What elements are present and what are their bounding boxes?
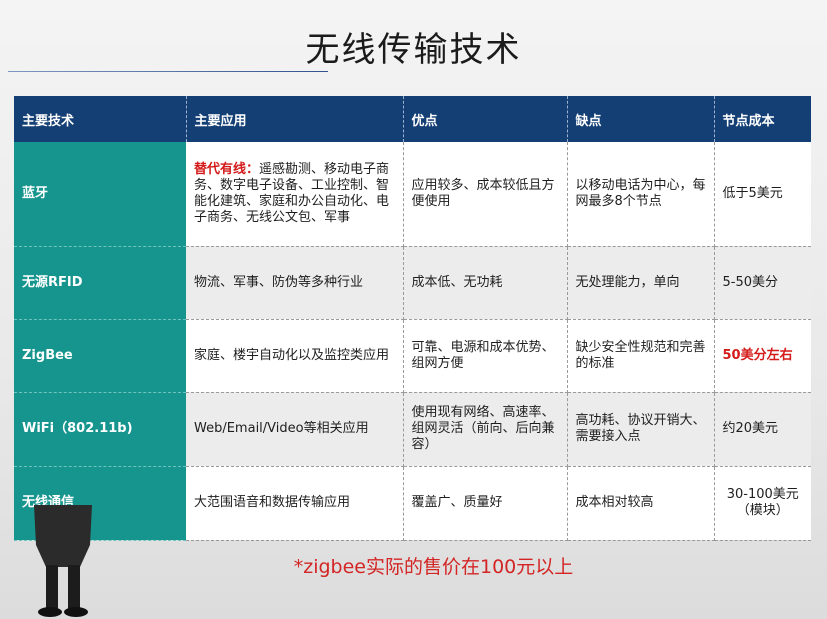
- table-row: 无源RFID 物流、军事、防伪等多种行业 成本低、无功耗 无处理能力，单向 5-…: [14, 246, 811, 320]
- pros-cell: 应用较多、成本较低且方便使用: [403, 142, 568, 247]
- header-application: 主要应用: [186, 96, 404, 142]
- slide-title: 无线传输技术: [305, 30, 522, 70]
- application-cell: 家庭、楼宇自动化以及监控类应用: [186, 319, 404, 393]
- table-row: ZigBee 家庭、楼宇自动化以及监控类应用 可靠、电源和成本优势、组网方便 缺…: [14, 319, 811, 393]
- table-header-row: 主要技术 主要应用 优点 缺点 节点成本: [14, 96, 811, 142]
- cost-cell: 5-50美分: [714, 246, 811, 320]
- cost-cell: 30-100美元（模块）: [714, 466, 811, 541]
- application-cell: 替代有线：遥感勘测、移动电子商务、数字电子设备、工业控制、智能化建筑、家庭和办公…: [186, 142, 404, 247]
- cost-cell: 50美分左右: [714, 319, 811, 393]
- cons-cell: 成本相对较高: [567, 466, 715, 541]
- pros-cell: 覆盖广、质量好: [403, 466, 568, 541]
- cost-cell: 约20美元: [714, 392, 811, 467]
- cost-cell: 低于5美元: [714, 142, 811, 247]
- tech-cell: ZigBee: [14, 319, 186, 393]
- header-node-cost: 节点成本: [714, 96, 811, 142]
- application-cell: 大范围语音和数据传输应用: [186, 466, 404, 541]
- application-lead: 替代有线：: [194, 161, 260, 177]
- application-cell: Web/Email/Video等相关应用: [186, 392, 404, 467]
- pros-cell: 使用现有网络、高速率、组网灵活（前向、后向兼容）: [403, 392, 568, 467]
- footnote: *zigbee实际的售价在100元以上: [293, 556, 574, 578]
- table-row: WiFi（802.11b) Web/Email/Video等相关应用 使用现有网…: [14, 392, 811, 467]
- tech-cell: WiFi（802.11b): [14, 392, 186, 467]
- table-row: 无线通信 大范围语音和数据传输应用 覆盖广、质量好 成本相对较高 30-100美…: [14, 466, 811, 541]
- cons-cell: 缺少安全性规范和完善的标准: [567, 319, 715, 393]
- header-pros: 优点: [403, 96, 568, 142]
- cons-cell: 高功耗、协议开销大、需要接入点: [567, 392, 715, 467]
- comparison-table: 主要技术 主要应用 优点 缺点 节点成本 蓝牙 替代有线：遥感勘测、移动电子商务…: [14, 96, 811, 541]
- pros-cell: 可靠、电源和成本优势、组网方便: [403, 319, 568, 393]
- header-cons: 缺点: [567, 96, 715, 142]
- header-tech: 主要技术: [14, 96, 187, 142]
- cons-cell: 无处理能力，单向: [567, 246, 715, 320]
- application-cell: 物流、军事、防伪等多种行业: [186, 246, 404, 320]
- title-underline: [8, 71, 328, 72]
- table-row: 蓝牙 替代有线：遥感勘测、移动电子商务、数字电子设备、工业控制、智能化建筑、家庭…: [14, 142, 811, 247]
- tech-cell: 蓝牙: [14, 142, 186, 247]
- pros-cell: 成本低、无功耗: [403, 246, 568, 320]
- tech-cell: 无源RFID: [14, 246, 186, 320]
- cons-cell: 以移动电话为中心，每网最多8个节点: [567, 142, 715, 247]
